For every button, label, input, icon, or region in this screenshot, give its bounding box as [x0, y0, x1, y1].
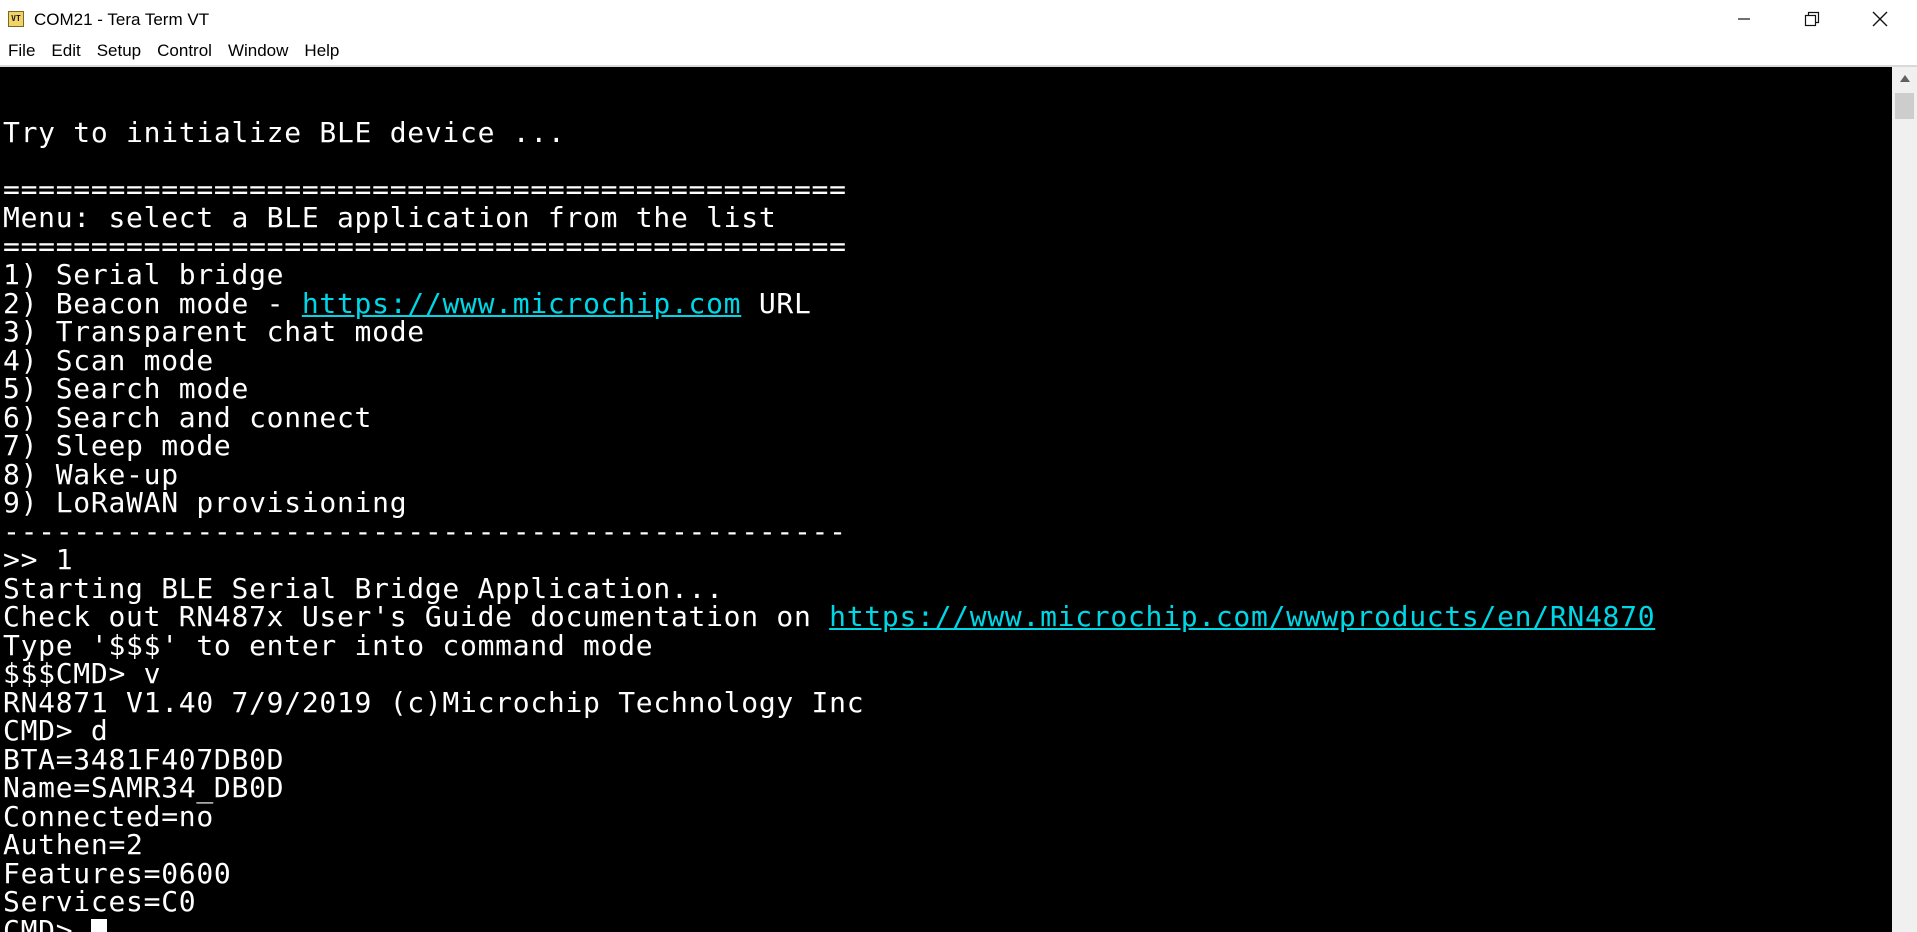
terminal-line: Check out RN487x User's Guide documentat… — [3, 600, 1655, 633]
minimize-button[interactable] — [1710, 0, 1778, 37]
title-bar[interactable]: VT COM21 - Tera Term VT — [0, 0, 1917, 37]
terminal-line: Connected=no — [3, 802, 1655, 832]
terminal-line: CMD> — [3, 913, 1655, 932]
terminal-line: 4) Scan mode — [3, 346, 1655, 376]
close-icon — [1872, 11, 1888, 26]
menu-bar: File Edit Setup Control Window Help — [0, 37, 1917, 65]
terminal-line: ========================================… — [3, 175, 1655, 205]
terminal-line: Services=C0 — [3, 887, 1655, 917]
terminal-line: ----------------------------------------… — [3, 514, 1655, 548]
terminal-line: 3) Transparent chat mode — [3, 317, 1655, 347]
menu-setup[interactable]: Setup — [89, 37, 149, 65]
terminal-line: Menu: select a BLE application from the … — [3, 203, 1655, 233]
vertical-scrollbar[interactable] — [1892, 67, 1917, 932]
terminal-line: Try to initialize BLE device ... — [3, 115, 1655, 149]
terminal-link[interactable]: https://www.microchip.com/wwwproducts/en… — [829, 600, 1655, 633]
text-cursor — [90, 918, 107, 932]
restore-icon — [1804, 11, 1820, 26]
terminal-line: Starting BLE Serial Bridge Application..… — [3, 574, 1655, 604]
teraterm-app-icon[interactable]: VT — [8, 11, 24, 27]
terminal-line: 8) Wake-up — [3, 460, 1655, 490]
terminal-line: Features=0600 — [3, 859, 1655, 889]
scrollbar-thumb[interactable] — [1895, 93, 1914, 119]
terminal-line: ========================================… — [3, 232, 1655, 262]
terminal-output: Try to initialize BLE device ... ========… — [3, 90, 1655, 932]
menu-window[interactable]: Window — [220, 37, 296, 65]
menu-help[interactable]: Help — [296, 37, 347, 65]
terminal-line: 2) Beacon mode - https://www.microchip.c… — [3, 286, 1655, 320]
terminal-text: CMD> — [3, 913, 91, 932]
terminal-line: RN4871 V1.40 7/9/2019 (c)Microchip Techn… — [3, 685, 1655, 719]
menu-control[interactable]: Control — [149, 37, 220, 65]
close-button[interactable] — [1846, 0, 1914, 37]
restore-button[interactable] — [1778, 0, 1846, 37]
terminal-text: Try to initialize BLE device ... — [3, 115, 566, 149]
terminal-line: $$$CMD> v — [3, 659, 1655, 689]
terminal-line: 9) LoRaWAN provisioning — [3, 488, 1655, 518]
terminal-text: RN4871 V1.40 7/9/2019 (c)Microchip Techn… — [3, 685, 865, 719]
terminal-line: 5) Search mode — [3, 374, 1655, 404]
terminal-line: 6) Search and connect — [3, 403, 1655, 433]
terminal-line: Type '$$$' to enter into command mode — [3, 631, 1655, 661]
terminal-line: BTA=3481F407DB0D — [3, 745, 1655, 775]
terminal-line: >> 1 — [3, 545, 1655, 575]
terminal-line: Authen=2 — [3, 830, 1655, 860]
scroll-up-arrow-icon[interactable] — [1892, 67, 1917, 89]
menu-file[interactable]: File — [0, 37, 43, 65]
minimize-icon — [1738, 17, 1750, 20]
window-title: COM21 - Tera Term VT — [34, 10, 210, 29]
terminal-text: ----------------------------------------… — [3, 514, 847, 548]
terminal-line: 1) Serial bridge — [3, 260, 1655, 290]
menu-edit[interactable]: Edit — [43, 37, 88, 65]
terminal-line: CMD> d — [3, 716, 1655, 746]
terminal-screen[interactable]: Try to initialize BLE device ... ========… — [0, 67, 1892, 932]
terminal-line: Name=SAMR34_DB0D — [3, 773, 1655, 803]
terminal-text: URL — [741, 286, 812, 320]
terminal-line: 7) Sleep mode — [3, 431, 1655, 461]
